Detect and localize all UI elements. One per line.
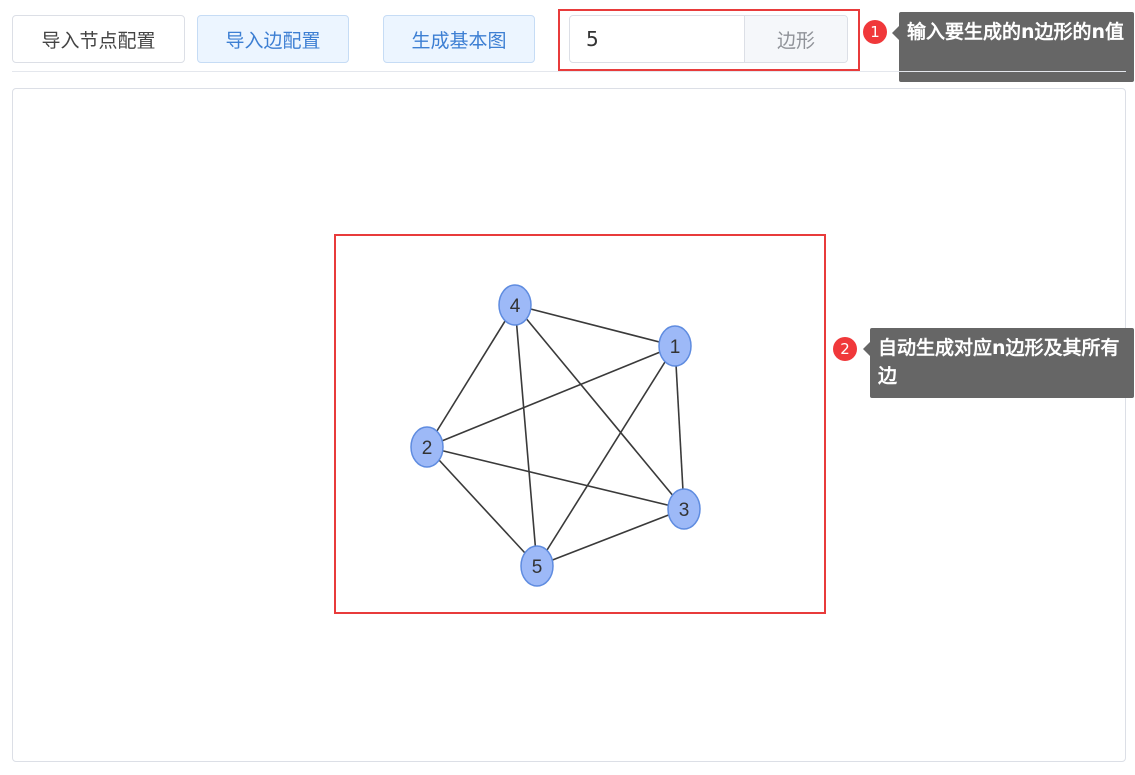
graph-node-5[interactable]: 5 (520, 545, 554, 587)
step-badge-2: 2 (833, 337, 857, 361)
generate-graph-button[interactable]: 生成基本图 (383, 15, 535, 63)
polygon-sides-input-group: 边形 (569, 15, 848, 63)
polygon-sides-input[interactable] (570, 16, 744, 62)
graph-node-label: 2 (422, 438, 433, 459)
toolbar-divider (12, 71, 1126, 72)
graph-node-2[interactable]: 2 (410, 426, 444, 468)
graph-node-3[interactable]: 3 (667, 488, 701, 530)
input-suffix-label: 边形 (744, 16, 847, 62)
import-edges-button[interactable]: 导入边配置 (197, 15, 349, 63)
annotation-tooltip-2: 自动生成对应n边形及其所有边 (863, 328, 1134, 398)
graph-node-4[interactable]: 4 (498, 284, 532, 326)
step-badge-1: 1 (863, 20, 887, 44)
graph-node-label: 4 (510, 296, 521, 317)
graph-node-label: 3 (679, 500, 690, 521)
graph-node-label: 1 (670, 337, 681, 358)
graph-canvas-panel[interactable] (12, 88, 1126, 762)
graph-node-label: 5 (532, 557, 543, 578)
graph-node-1[interactable]: 1 (658, 325, 692, 367)
import-nodes-button[interactable]: 导入节点配置 (12, 15, 185, 63)
